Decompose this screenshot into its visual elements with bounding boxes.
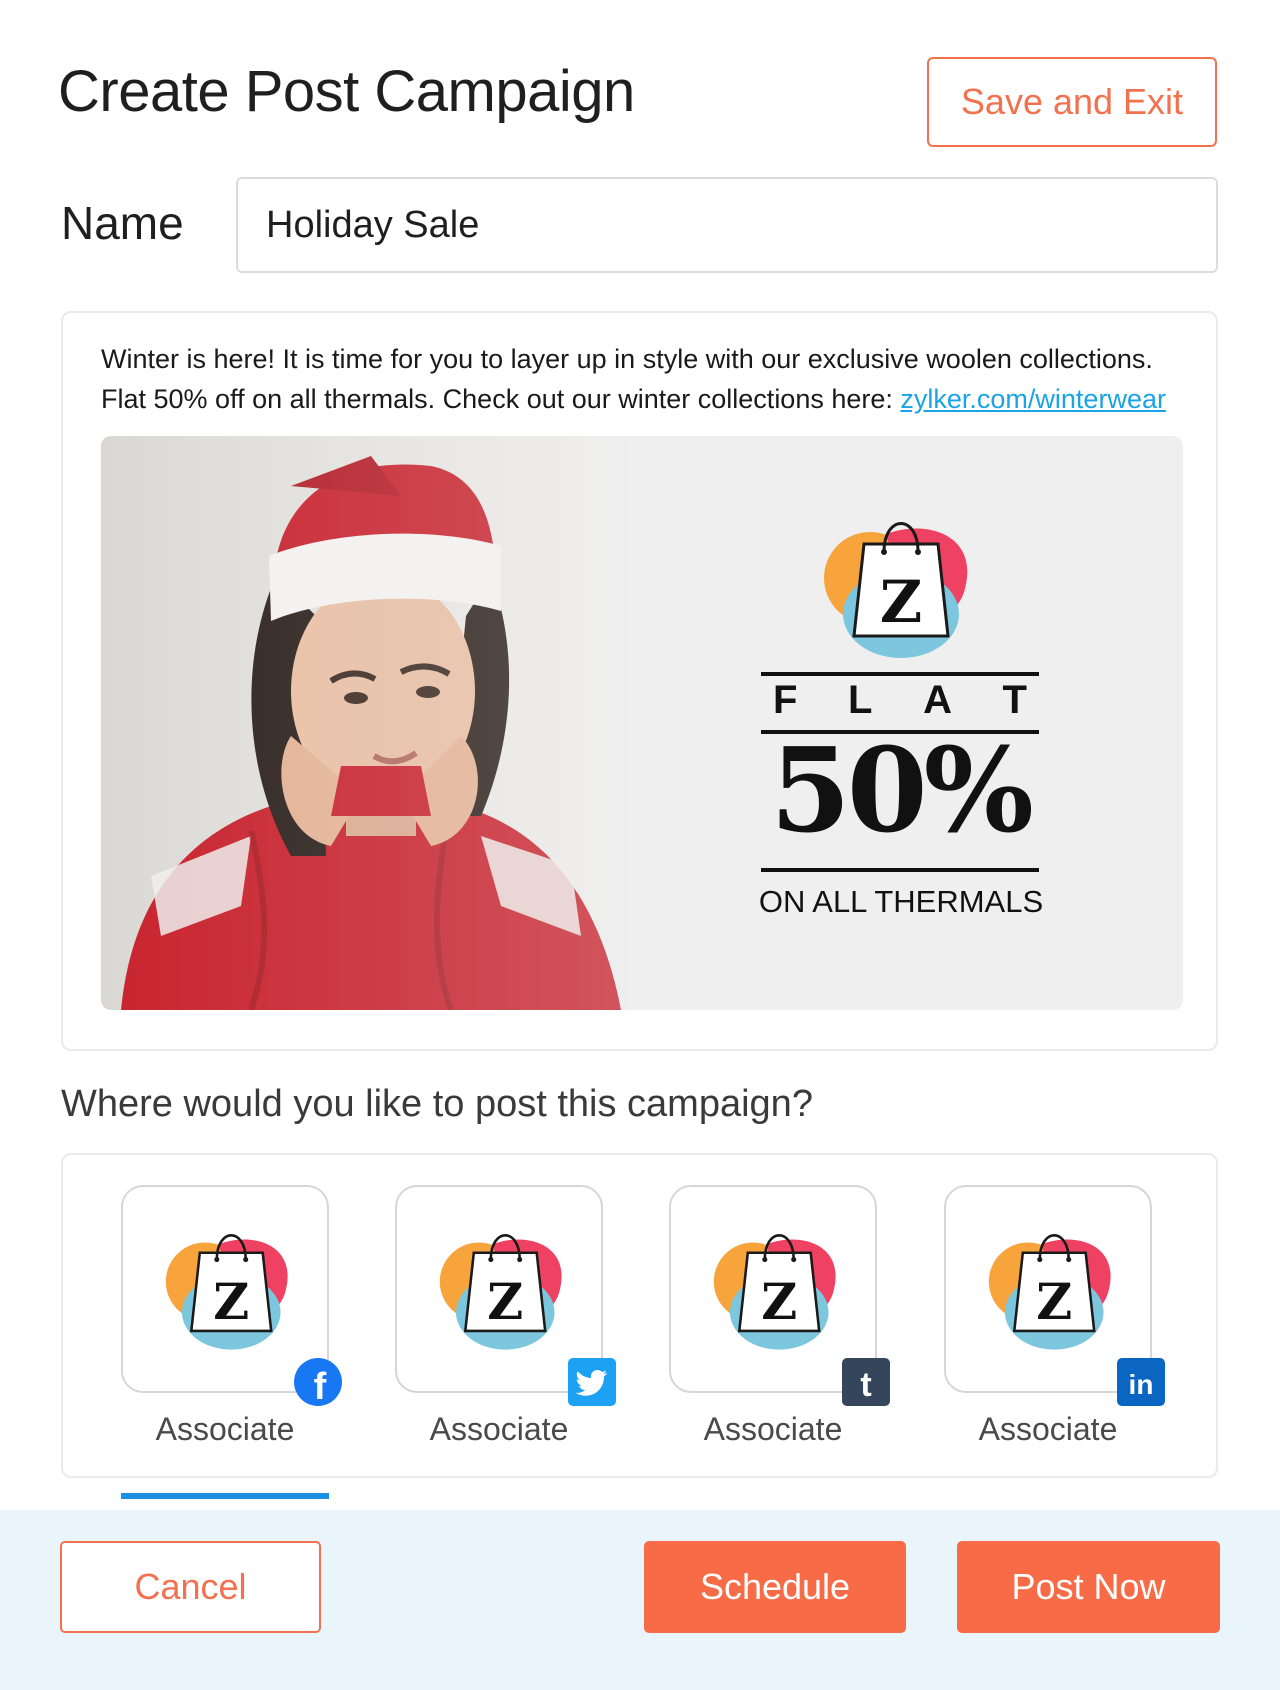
channel-tile[interactable]: Z [395, 1185, 616, 1406]
schedule-button[interactable]: Schedule [644, 1541, 906, 1633]
twitter-icon [568, 1358, 616, 1406]
page-title: Create Post Campaign [58, 59, 635, 124]
channel-tile[interactable]: Z in [944, 1185, 1165, 1406]
flat-letter: A [923, 678, 952, 722]
associate-linkedin-label[interactable]: Associate [944, 1411, 1152, 1448]
discount-value: 50% [770, 723, 1034, 859]
flat-letter: T [1002, 678, 1027, 722]
post-message[interactable]: Winter is here! It is time for you to la… [101, 339, 1191, 419]
facebook-icon: f [294, 1358, 342, 1407]
flat-letter: F [773, 678, 798, 722]
zylker-bag-logo: Z [165, 1234, 288, 1350]
campaign-name-input[interactable] [236, 177, 1218, 273]
post-link[interactable]: zylker.com/winterwear [900, 384, 1166, 414]
associate-tumblr-label[interactable]: Associate [669, 1411, 877, 1448]
associate-twitter-label[interactable]: Associate [395, 1411, 603, 1448]
flat-letter: L [848, 678, 873, 722]
zylker-bag-logo: Z [439, 1234, 562, 1350]
facebook-glyph: f [314, 1366, 327, 1407]
brand-letter: Z [880, 568, 922, 636]
channel-facebook[interactable]: Z f Associate [121, 1185, 342, 1499]
name-label: Name [61, 197, 184, 249]
post-banner-image: Z F L A T 50% ON ALL THERMALS [101, 436, 1183, 1010]
brand-letter: Z [487, 1273, 523, 1331]
linkedin-icon: in [1117, 1358, 1165, 1406]
channel-tile[interactable]: Z f [121, 1185, 342, 1407]
banner-rule-top [761, 672, 1039, 676]
channel-linkedin[interactable]: Z in Associate [944, 1185, 1165, 1469]
cancel-button[interactable]: Cancel [60, 1541, 321, 1633]
post-preview-card: Winter is here! It is time for you to la… [61, 311, 1218, 1051]
selected-channel-indicator [121, 1493, 329, 1499]
zylker-bag-logo: Z [824, 522, 968, 658]
linkedin-glyph: in [1129, 1369, 1154, 1400]
flat-word: F L A T [761, 678, 1039, 726]
channel-twitter[interactable]: Z Associate [395, 1185, 616, 1469]
channel-tile[interactable]: Z t [669, 1185, 890, 1406]
tumblr-icon: t [842, 1358, 890, 1406]
post-destination-question: Where would you like to post this campai… [61, 1083, 813, 1125]
zylker-bag-logo: Z [713, 1234, 836, 1350]
brand-letter: Z [761, 1273, 797, 1331]
zylker-bag-logo: Z [988, 1234, 1111, 1350]
tumblr-glyph: t [860, 1366, 871, 1404]
woman-in-santa-hat-photo [101, 436, 641, 1010]
discount-subtitle: ON ALL THERMALS [758, 884, 1044, 919]
brand-letter: Z [1036, 1273, 1072, 1331]
post-now-button[interactable]: Post Now [957, 1541, 1220, 1633]
brand-letter: Z [213, 1273, 249, 1331]
footer-action-bar: Cancel Schedule Post Now [0, 1510, 1280, 1690]
channels-card: Z f Associate Z Associate Z t Associate … [61, 1153, 1218, 1499]
banner-rule-bottom [761, 868, 1039, 872]
channel-tumblr[interactable]: Z t Associate [669, 1185, 890, 1469]
save-and-exit-button[interactable]: Save and Exit [927, 57, 1217, 147]
associate-facebook-label[interactable]: Associate [121, 1411, 329, 1448]
